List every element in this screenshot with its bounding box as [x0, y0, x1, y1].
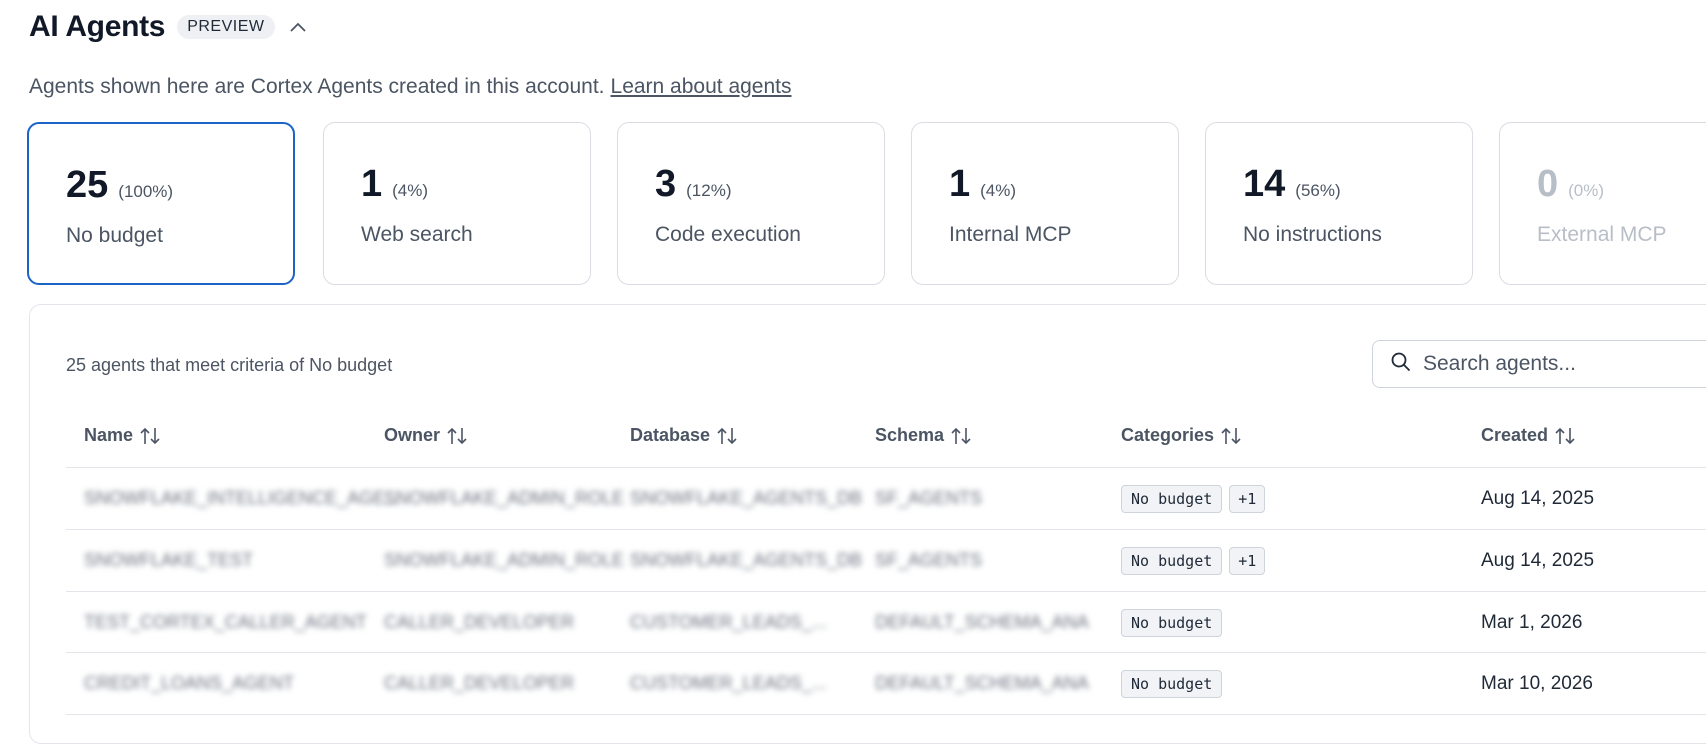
card-internal-mcp[interactable]: 1 (4%) Internal MCP — [911, 122, 1179, 285]
card-count: 14 (56%) — [1243, 163, 1341, 205]
card-label: No instructions — [1243, 223, 1382, 246]
agent-created: Mar 1, 2026 — [1481, 611, 1583, 633]
category-chip: No budget — [1121, 546, 1223, 575]
agent-owner: CALLER_DEVELOPER — [384, 673, 575, 693]
agent-database: CUSTOMER_LEADS_... — [630, 673, 827, 693]
table-row[interactable]: CREDIT_LOANS_AGENT CALLER_DEVELOPER CUST… — [66, 653, 1706, 714]
collapse-chevron-up-icon[interactable] — [289, 18, 307, 36]
column-header-database[interactable]: Database — [630, 425, 738, 446]
agent-created: Aug 14, 2025 — [1481, 487, 1595, 509]
column-header-created[interactable]: Created — [1481, 425, 1576, 446]
card-percent: (12%) — [686, 181, 732, 200]
page-title: AI Agents — [29, 10, 166, 43]
agent-database: CUSTOMER_LEADS_... — [630, 612, 827, 632]
agent-name: SNOWFLAKE_INTELLIGENCE_AGE... — [84, 488, 401, 508]
card-count: 3 (12%) — [655, 163, 732, 205]
search-input[interactable] — [1421, 351, 1705, 377]
column-header-name[interactable]: Name — [84, 425, 161, 446]
search-box[interactable] — [1372, 340, 1706, 388]
card-percent: (100%) — [118, 182, 174, 201]
agent-categories: No budget +1 — [1121, 530, 1272, 591]
card-external-mcp[interactable]: 0 (0%) External MCP — [1499, 122, 1706, 285]
category-chip: No budget — [1121, 608, 1223, 637]
card-count: 1 (4%) — [949, 163, 1017, 205]
card-code-execution[interactable]: 3 (12%) Code execution — [617, 122, 885, 285]
learn-about-agents-link[interactable]: Learn about agents — [611, 75, 792, 98]
agent-categories: No budget — [1121, 592, 1229, 653]
sort-arrows-icon — [716, 426, 738, 446]
column-header-owner[interactable]: Owner — [384, 425, 468, 446]
search-icon — [1391, 352, 1411, 377]
agent-name: CREDIT_LOANS_AGENT — [84, 673, 295, 693]
card-percent: (0%) — [1568, 181, 1605, 200]
agent-owner: CALLER_DEVELOPER — [384, 612, 575, 632]
sort-arrows-icon — [446, 426, 468, 446]
card-no-instructions[interactable]: 14 (56%) No instructions — [1205, 122, 1473, 285]
page-description: Agents shown here are Cortex Agents crea… — [29, 75, 792, 99]
category-chip: No budget — [1121, 669, 1223, 698]
card-no-budget[interactable]: 25 (100%) No budget — [27, 122, 295, 285]
agent-categories: No budget +1 — [1121, 468, 1272, 529]
results-summary: 25 agents that meet criteria of No budge… — [66, 355, 393, 375]
sort-arrows-icon — [950, 426, 972, 446]
card-label: No budget — [66, 224, 163, 247]
agent-created: Mar 10, 2026 — [1481, 672, 1593, 694]
table-row[interactable]: TEST_CORTEX_CALLER_AGENT CALLER_DEVELOPE… — [66, 592, 1706, 653]
card-label: Web search — [361, 223, 473, 246]
agent-schema: DEFAULT_SCHEMA_ANA — [875, 612, 1089, 632]
column-header-schema[interactable]: Schema — [875, 425, 972, 446]
agent-categories: No budget — [1121, 653, 1229, 714]
category-more-chip[interactable]: +1 — [1229, 484, 1266, 513]
sort-arrows-icon — [1220, 426, 1242, 446]
agent-created: Aug 14, 2025 — [1481, 549, 1595, 571]
agent-owner: SNOWFLAKE_ADMIN_ROLE — [384, 488, 625, 508]
card-count: 1 (4%) — [361, 163, 429, 205]
preview-badge: PREVIEW — [177, 15, 275, 39]
card-label: External MCP — [1537, 223, 1667, 246]
agent-schema: DEFAULT_SCHEMA_ANA — [875, 673, 1089, 693]
card-label: Code execution — [655, 223, 801, 246]
sort-arrows-icon — [1554, 426, 1576, 446]
card-percent: (4%) — [392, 181, 429, 200]
card-web-search[interactable]: 1 (4%) Web search — [323, 122, 591, 285]
agent-schema: SF_AGENTS — [875, 550, 983, 570]
agent-schema: SF_AGENTS — [875, 488, 983, 508]
agent-database: SNOWFLAKE_AGENTS_DB — [630, 488, 863, 508]
card-percent: (56%) — [1295, 181, 1341, 200]
table-row[interactable]: SNOWFLAKE_TEST SNOWFLAKE_ADMIN_ROLE SNOW… — [66, 530, 1706, 591]
card-percent: (4%) — [980, 181, 1017, 200]
agent-owner: SNOWFLAKE_ADMIN_ROLE — [384, 550, 625, 570]
card-count: 25 (100%) — [66, 164, 174, 206]
table-row[interactable]: SNOWFLAKE_INTELLIGENCE_AGE... SNOWFLAKE_… — [66, 468, 1706, 529]
agent-name: TEST_CORTEX_CALLER_AGENT — [84, 612, 367, 632]
page-header: AI Agents PREVIEW — [29, 10, 307, 44]
card-label: Internal MCP — [949, 223, 1072, 246]
agent-database: SNOWFLAKE_AGENTS_DB — [630, 550, 863, 570]
category-more-chip[interactable]: +1 — [1229, 546, 1266, 575]
sort-arrows-icon — [139, 426, 161, 446]
description-text: Agents shown here are Cortex Agents crea… — [29, 75, 605, 98]
card-count: 0 (0%) — [1537, 163, 1605, 205]
table-divider — [66, 714, 1706, 715]
column-header-categories[interactable]: Categories — [1121, 425, 1242, 446]
category-chip: No budget — [1121, 484, 1223, 513]
agent-name: SNOWFLAKE_TEST — [84, 550, 254, 570]
